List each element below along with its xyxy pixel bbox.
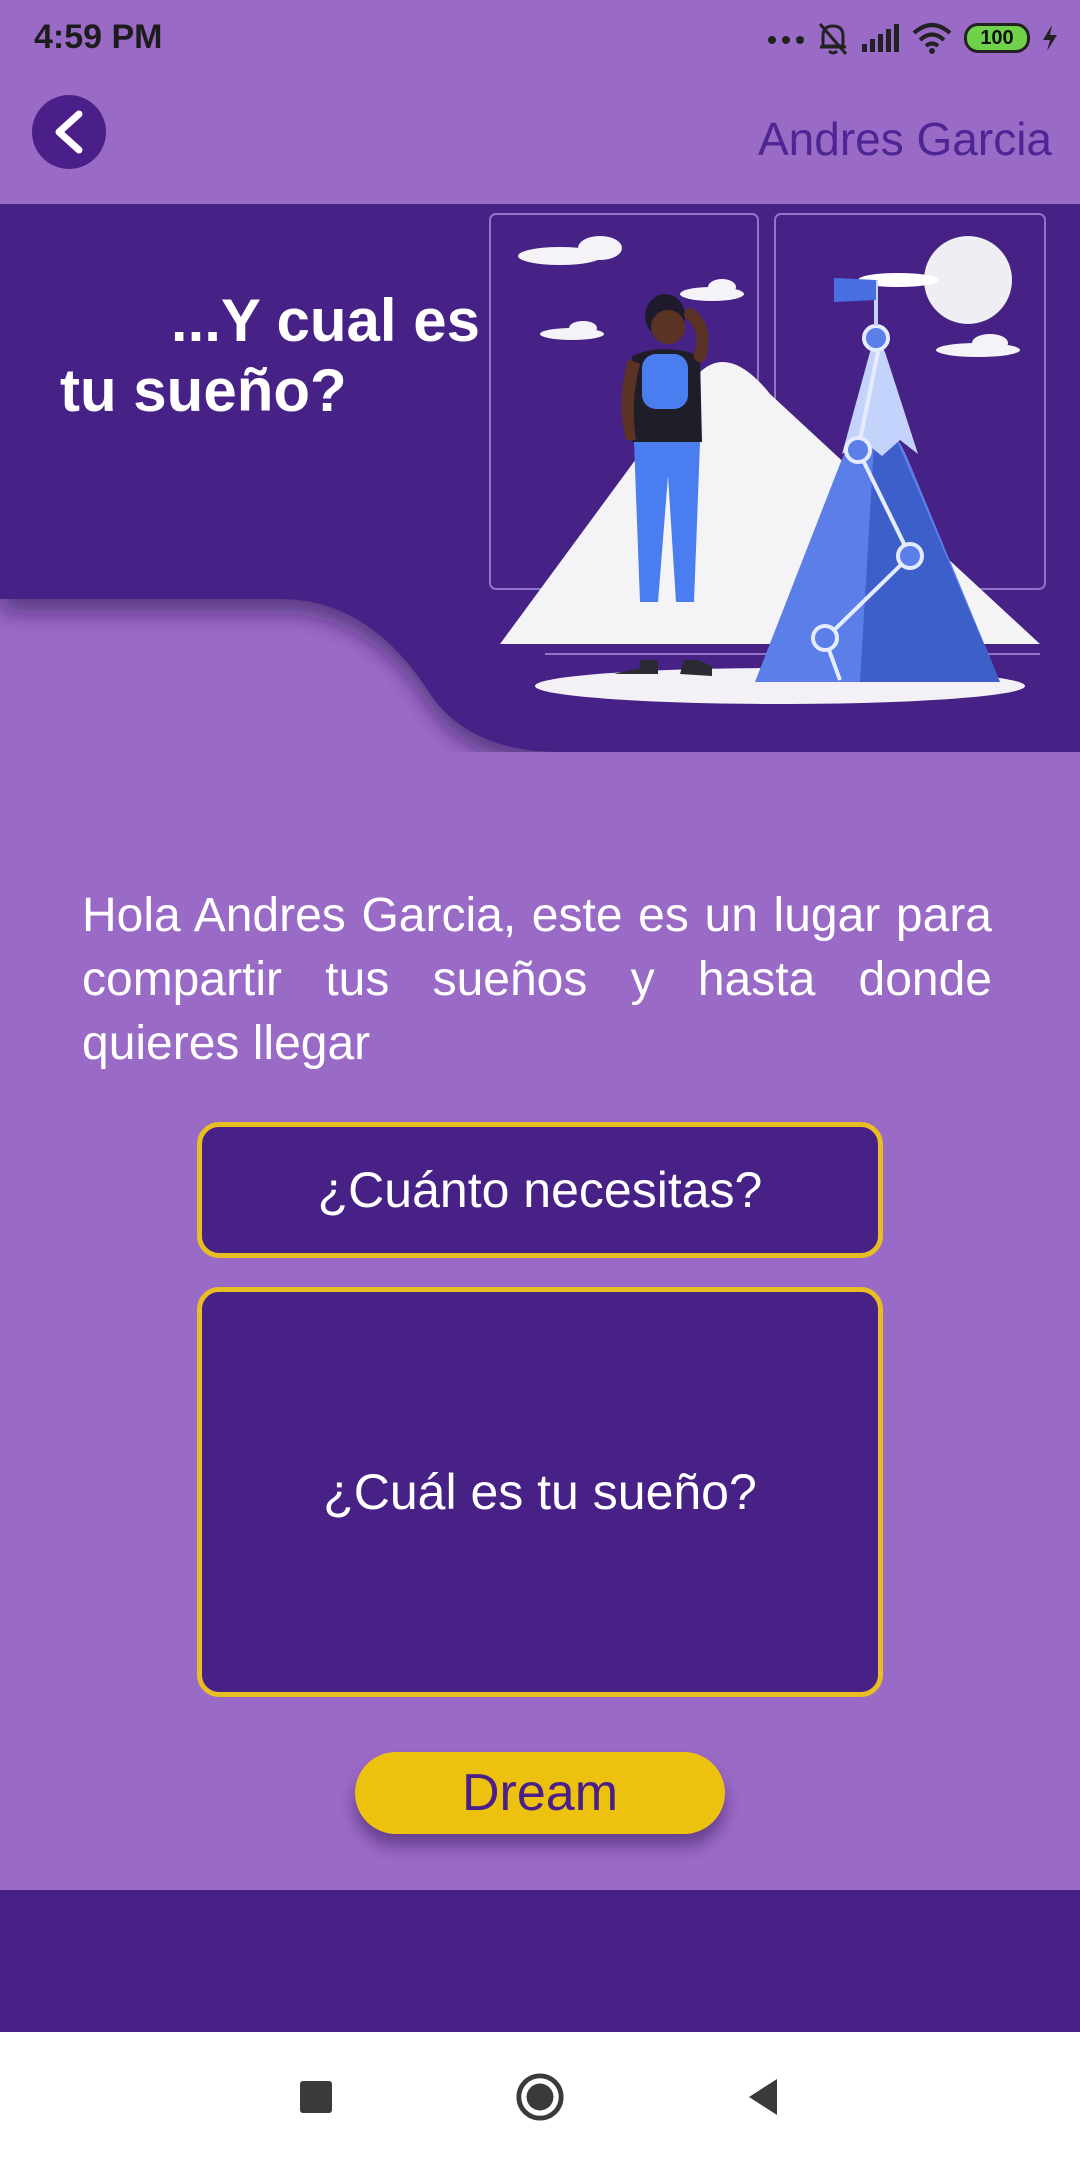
- chevron-left-icon: [55, 110, 83, 154]
- square-icon: [300, 2081, 332, 2113]
- status-time: 4:59 PM: [34, 18, 163, 56]
- wifi-icon: [912, 23, 952, 54]
- nav-home-button[interactable]: [515, 2072, 565, 2122]
- bell-off-icon: [818, 23, 848, 55]
- hero-title-line-2: tu sueño?: [60, 357, 347, 424]
- signal-icon: [862, 24, 899, 52]
- circle-icon: [516, 2073, 564, 2121]
- amount-card[interactable]: ¿Cuánto necesitas?: [197, 1122, 883, 1258]
- system-nav-bar: [0, 2032, 1080, 2160]
- dream-card[interactable]: ¿Cuál es tu sueño?: [197, 1287, 883, 1697]
- nav-recents-button[interactable]: [291, 2072, 341, 2122]
- dream-label: ¿Cuál es tu sueño?: [323, 1464, 757, 1520]
- charging-icon: [1043, 25, 1057, 51]
- more-dots-icon: [768, 36, 804, 44]
- app-bar: Andres Garcia: [0, 78, 1080, 204]
- back-button[interactable]: [32, 95, 106, 169]
- hero-banner: ...Y cual es tu sueño?: [0, 204, 1080, 752]
- welcome-message: Hola Andres Garcia, este es un lugar par…: [82, 889, 992, 1070]
- bottom-band: [0, 1890, 1080, 2032]
- status-icons: 100: [766, 16, 1060, 60]
- dream-button[interactable]: Dream: [355, 1752, 725, 1834]
- battery-icon: 100: [964, 23, 1030, 53]
- status-bar: 4:59 PM 100: [0, 0, 1080, 78]
- user-name: Andres Garcia: [757, 113, 1052, 165]
- amount-label: ¿Cuánto necesitas?: [317, 1162, 763, 1218]
- nav-back-button[interactable]: [738, 2072, 788, 2122]
- hero-title: ...Y cual es tu sueño?: [60, 286, 480, 426]
- hero-title-line-1: ...Y cual es: [170, 287, 480, 354]
- triangle-left-icon: [749, 2079, 777, 2115]
